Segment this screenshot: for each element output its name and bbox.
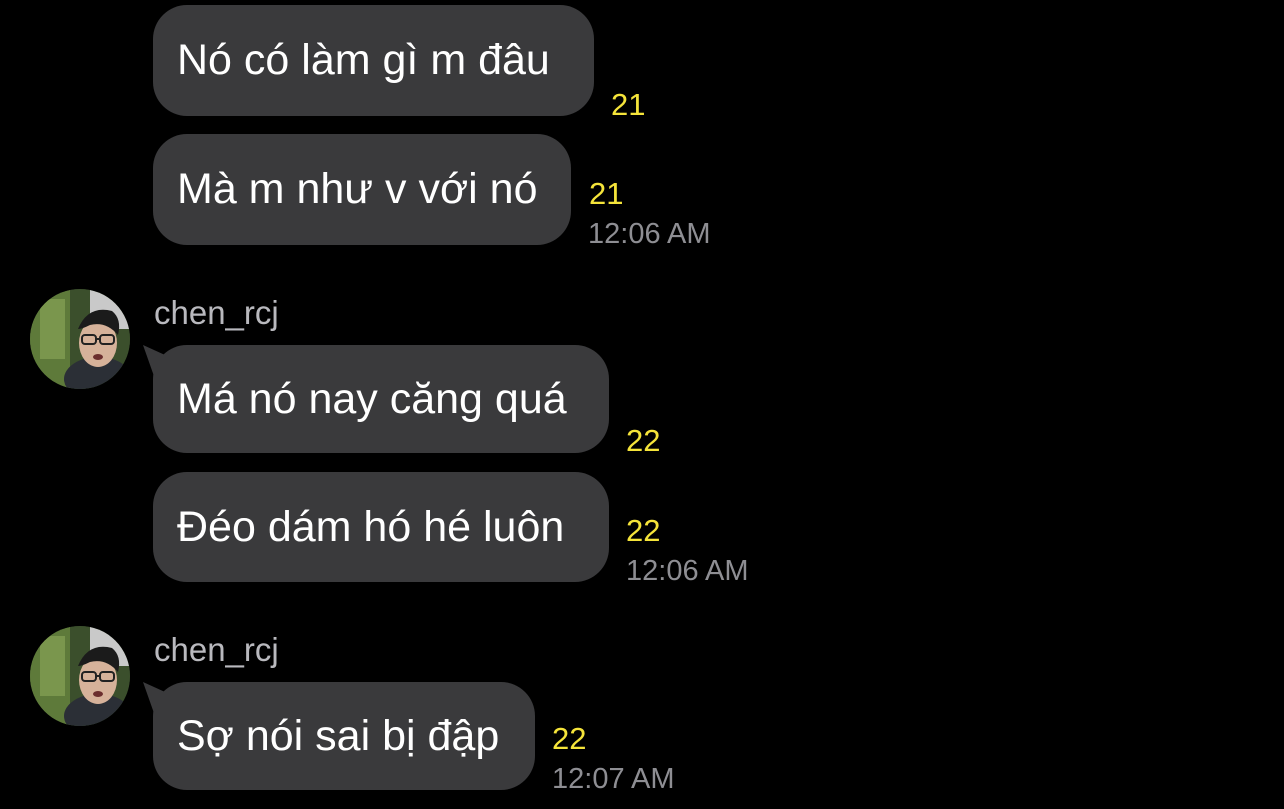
message-text: Sợ nói sai bị đập [177, 711, 500, 760]
timestamp: 12:07 AM [552, 763, 675, 795]
read-count: 22 [626, 513, 661, 548]
avatar[interactable] [30, 289, 130, 389]
message-bubble[interactable]: Má nó nay căng quá [153, 345, 609, 453]
message-text: Nó có làm gì m đâu [177, 36, 550, 84]
message-text: Má nó nay căng quá [177, 374, 567, 423]
chat-view: Nó có làm gì m đâu 21 Mà m như v với nó … [0, 0, 1284, 809]
timestamp: 12:06 AM [626, 555, 749, 587]
message-bubble[interactable]: Nó có làm gì m đâu [153, 5, 594, 116]
avatar[interactable] [30, 626, 130, 726]
profile-photo-icon [30, 626, 130, 726]
profile-photo-icon [30, 289, 130, 389]
message-bubble[interactable]: Sợ nói sai bị đập [153, 682, 535, 790]
message-bubble[interactable]: Đéo dám hó hé luôn [153, 472, 609, 582]
message-text: Mà m như v với nó [177, 165, 538, 213]
read-count: 22 [552, 721, 587, 756]
read-count: 21 [611, 87, 646, 122]
message-bubble[interactable]: Mà m như v với nó [153, 134, 571, 245]
sender-name[interactable]: chen_rcj [154, 633, 279, 666]
read-count: 22 [626, 423, 661, 458]
message-text: Đéo dám hó hé luôn [177, 502, 565, 551]
read-count: 21 [589, 176, 624, 211]
sender-name[interactable]: chen_rcj [154, 296, 279, 329]
timestamp: 12:06 AM [588, 218, 711, 250]
